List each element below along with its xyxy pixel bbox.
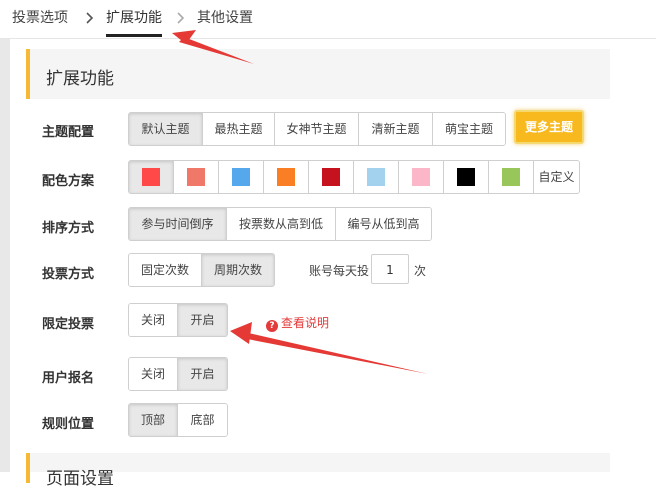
tab-vote-options[interactable]: 投票选项: [12, 9, 68, 27]
sort-by-votes-button[interactable]: 按票数从高到低: [227, 208, 336, 240]
vote-mode-label: 投票方式: [42, 267, 95, 282]
per-day-suffix: 次: [414, 264, 427, 278]
sort-by-time-button[interactable]: 参与时间倒序: [129, 208, 227, 240]
chevron-right-icon: [177, 12, 185, 24]
theme-fresh-button[interactable]: 清新主题: [359, 113, 433, 145]
limit-vote-label: 限定投票: [42, 317, 95, 332]
accent-bar: [26, 49, 30, 99]
limit-vote-on-button[interactable]: 开启: [178, 304, 227, 336]
signup-on-button[interactable]: 开启: [178, 358, 227, 390]
per-day-prefix: 账号每天投: [309, 264, 370, 278]
tab-extensions[interactable]: 扩展功能: [106, 9, 162, 27]
panel-header: 扩展功能: [26, 49, 610, 99]
color-scheme-label: 配色方案: [42, 174, 95, 189]
votes-per-day-input[interactable]: 1: [371, 254, 409, 284]
color-swatch-icon: [142, 168, 160, 186]
color-swatch-button[interactable]: [399, 161, 444, 193]
color-swatch-button[interactable]: [354, 161, 399, 193]
color-swatch-icon: [322, 168, 340, 186]
panel-title: 扩展功能: [46, 69, 114, 89]
custom-color-button[interactable]: 自定义: [534, 161, 579, 193]
user-signup-label: 用户报名: [42, 371, 95, 386]
view-instructions-text: 查看说明: [281, 316, 330, 330]
active-tab-underline: [106, 34, 162, 37]
limit-vote-toggle: 关闭 开启: [128, 303, 228, 337]
color-swatch-icon: [457, 168, 475, 186]
sort-button-group: 参与时间倒序 按票数从高到低 编号从低到高: [128, 207, 432, 241]
color-swatch-icon: [232, 168, 250, 186]
view-instructions-link[interactable]: ? 查看说明: [266, 314, 329, 332]
color-swatch-button[interactable]: [219, 161, 264, 193]
color-swatch-group: 自定义: [128, 160, 580, 194]
more-themes-button[interactable]: 更多主题: [514, 110, 584, 144]
theme-button-group: 默认主题 最热主题 女神节主题 清新主题 萌宝主题: [128, 112, 506, 146]
theme-cute-button[interactable]: 萌宝主题: [433, 113, 505, 145]
sort-label: 排序方式: [42, 221, 95, 236]
color-swatch-button[interactable]: [264, 161, 309, 193]
vote-fixed-count-button[interactable]: 固定次数: [129, 254, 202, 286]
top-tab-bar: 投票选项 扩展功能 其他设置: [0, 0, 656, 39]
color-swatch-icon: [367, 168, 385, 186]
limit-vote-off-button[interactable]: 关闭: [129, 304, 178, 336]
question-icon: ?: [266, 320, 278, 332]
vote-mode-button-group: 固定次数 周期次数: [128, 253, 275, 287]
page-settings-section-header: 页面设置: [26, 453, 610, 489]
theme-label: 主题配置: [42, 125, 95, 140]
color-swatch-button[interactable]: [174, 161, 219, 193]
color-swatch-button[interactable]: [309, 161, 354, 193]
rules-position-label: 规则位置: [42, 417, 95, 432]
color-swatch-icon: [277, 168, 295, 186]
rules-position-toggle: 顶部 底部: [128, 403, 228, 437]
theme-hot-button[interactable]: 最热主题: [203, 113, 275, 145]
vote-period-count-button[interactable]: 周期次数: [202, 254, 274, 286]
chevron-right-icon: [86, 12, 94, 24]
color-swatch-icon: [412, 168, 430, 186]
user-signup-toggle: 关闭 开启: [128, 357, 228, 391]
rules-bottom-button[interactable]: 底部: [178, 404, 227, 436]
color-swatch-button[interactable]: [489, 161, 534, 193]
signup-off-button[interactable]: 关闭: [129, 358, 178, 390]
sort-by-number-button[interactable]: 编号从低到高: [336, 208, 431, 240]
theme-default-button[interactable]: 默认主题: [129, 113, 203, 145]
color-swatch-icon: [187, 168, 205, 186]
page-settings-title: 页面设置: [46, 469, 114, 489]
color-swatch-icon: [502, 168, 520, 186]
color-swatch-button[interactable]: [129, 161, 174, 193]
left-sidebar-strip: [0, 39, 10, 472]
accent-bar: [26, 453, 30, 483]
theme-goddess-button[interactable]: 女神节主题: [275, 113, 359, 145]
rules-top-button[interactable]: 顶部: [129, 404, 178, 436]
tab-other-settings[interactable]: 其他设置: [197, 9, 253, 27]
color-swatch-button[interactable]: [444, 161, 489, 193]
